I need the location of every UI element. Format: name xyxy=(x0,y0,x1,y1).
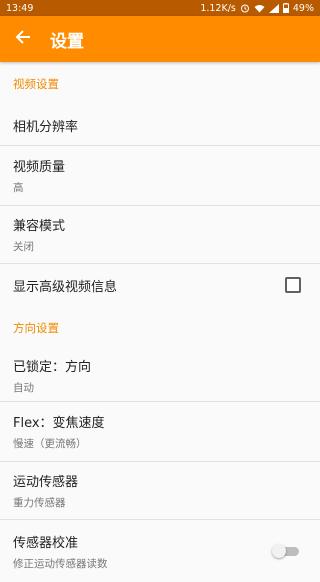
signal-icon xyxy=(268,3,279,13)
pref-flex-zoom-speed[interactable]: Flex：变焦速度 慢速（更流畅） xyxy=(0,402,320,462)
page-title: 设置 xyxy=(50,31,84,52)
pref-summary: 慢速（更流畅） xyxy=(13,438,87,450)
pref-summary: 重力传感器 xyxy=(13,497,66,509)
alarm-icon xyxy=(240,3,250,13)
battery-level: 49% xyxy=(292,2,314,14)
app-bar: 设置 xyxy=(0,16,320,62)
pref-camera-resolution[interactable]: 相机分辨率 xyxy=(0,106,320,146)
pref-title: 兼容模式 xyxy=(13,219,66,234)
pref-show-advanced-video-info[interactable]: 显示高级视频信息 xyxy=(0,264,320,306)
pref-title: 已锁定：方向 xyxy=(13,360,92,375)
status-icons: 1.12K/s 49% xyxy=(200,3,314,14)
switch-thumb xyxy=(272,544,286,558)
pref-summary: 自动 xyxy=(13,382,34,394)
pref-title: 运动传感器 xyxy=(13,475,79,490)
section-header-orientation: 方向设置 xyxy=(13,321,59,335)
status-bar: 13:49 1.12K/s 49% xyxy=(0,0,320,16)
network-speed: 1.12K/s xyxy=(200,2,236,14)
pref-sensor-calibration[interactable]: 传感器校准 修正运动传感器读数 xyxy=(0,520,320,582)
status-time: 13:49 xyxy=(6,2,34,14)
battery-icon xyxy=(282,3,289,13)
advanced-info-checkbox[interactable] xyxy=(285,277,301,293)
pref-title: 视频质量 xyxy=(13,160,66,175)
back-button[interactable] xyxy=(0,16,46,62)
pref-locked-orientation[interactable]: 已锁定：方向 自动 xyxy=(0,350,320,402)
section-header-video: 视频设置 xyxy=(13,77,59,91)
pref-summary: 关闭 xyxy=(13,241,34,253)
wifi-icon xyxy=(254,4,265,13)
pref-compatibility-mode[interactable]: 兼容模式 关闭 xyxy=(0,206,320,264)
settings-list: 视频设置 相机分辨率 视频质量 高 兼容模式 关闭 显示高级视频信息 方向设置 … xyxy=(0,62,320,582)
pref-summary: 高 xyxy=(13,182,24,194)
pref-title: Flex：变焦速度 xyxy=(13,416,105,431)
pref-title: 显示高级视频信息 xyxy=(13,279,118,295)
pref-video-quality[interactable]: 视频质量 高 xyxy=(0,146,320,206)
pref-motion-sensor[interactable]: 运动传感器 重力传感器 xyxy=(0,462,320,520)
sensor-calibration-switch[interactable] xyxy=(272,544,300,558)
pref-title: 相机分辨率 xyxy=(13,120,79,135)
arrow-left-icon xyxy=(15,29,31,49)
